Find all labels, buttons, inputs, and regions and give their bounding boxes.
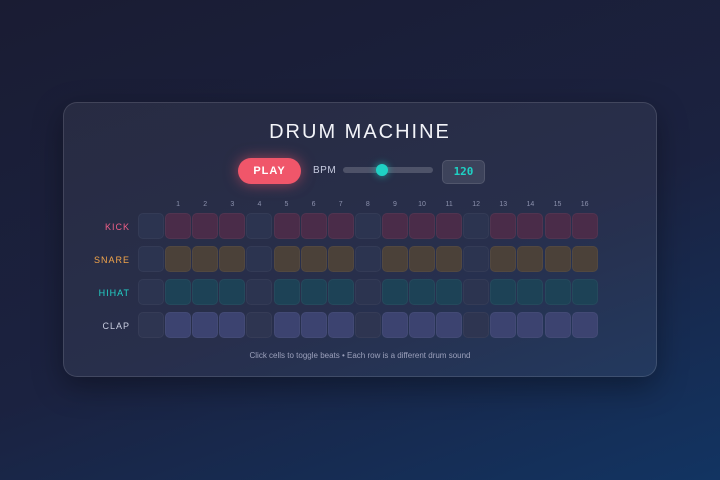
step-cell-clap-14[interactable] (517, 312, 544, 338)
step-cell-snare-8[interactable] (354, 246, 381, 272)
bpm-slider[interactable] (343, 164, 433, 176)
step-cell-snare-1[interactable] (165, 246, 192, 272)
step-cell-hihat-13[interactable] (490, 279, 517, 305)
step-cell-snare-2[interactable] (192, 246, 219, 272)
step-number: 5 (284, 201, 289, 208)
step-cell-hihat-11[interactable] (436, 279, 463, 305)
step-number: 7 (338, 201, 343, 208)
step-cell-snare-13[interactable] (490, 246, 517, 272)
play-button[interactable]: PLAY (238, 158, 301, 184)
step-cell-kick-12[interactable] (463, 213, 490, 239)
step-number: 15 (553, 201, 562, 208)
step-cell-clap-10[interactable] (409, 312, 435, 338)
step-cell-kick-4[interactable] (246, 213, 273, 239)
step-number: 10 (418, 201, 426, 208)
step-cell-snare-6[interactable] (300, 246, 327, 272)
step-cell-snare-15[interactable] (544, 246, 571, 272)
step-cell-kick-7[interactable] (327, 213, 354, 239)
bpm-slider-thumb[interactable] (375, 164, 388, 176)
step-cell-clap-2[interactable] (192, 312, 219, 338)
step-cell-hihat-4[interactable] (246, 279, 273, 305)
page-title: DRUM MACHINE (269, 121, 451, 143)
step-cell-snare-0[interactable] (138, 246, 164, 272)
step-cell-hihat-15[interactable] (544, 279, 571, 305)
step-cell-clap-3[interactable] (219, 312, 246, 338)
step-cell-kick-11[interactable] (436, 213, 463, 239)
step-cell-clap-7[interactable] (327, 312, 354, 338)
step-number: 9 (392, 201, 397, 208)
row-label-hihat: HIHAT (98, 288, 130, 298)
step-cell-clap-12[interactable] (463, 312, 490, 338)
step-cell-clap-16[interactable] (571, 312, 598, 338)
step-cell-clap-11[interactable] (436, 312, 463, 338)
step-number: 11 (445, 201, 453, 208)
step-cell-clap-0[interactable] (138, 312, 164, 338)
step-cell-kick-3[interactable] (219, 213, 246, 239)
step-number: 8 (365, 201, 370, 208)
row-label-clap: CLAP (102, 321, 130, 331)
step-cell-clap-1[interactable] (165, 312, 192, 338)
row-label-snare: SNARE (93, 255, 130, 265)
step-cell-snare-3[interactable] (219, 246, 246, 272)
step-cell-clap-15[interactable] (544, 312, 571, 338)
step-cell-snare-16[interactable] (571, 246, 598, 272)
row-label-kick: KICK (104, 222, 130, 232)
step-cell-hihat-3[interactable] (219, 279, 246, 305)
step-number: 16 (580, 201, 589, 208)
step-cell-clap-5[interactable] (273, 312, 300, 338)
step-cell-snare-14[interactable] (517, 246, 544, 272)
step-cell-hihat-1[interactable] (165, 279, 192, 305)
step-cell-kick-1[interactable] (165, 213, 192, 239)
step-number: 12 (472, 201, 481, 208)
step-cell-kick-13[interactable] (490, 213, 517, 239)
step-number: 13 (499, 201, 508, 208)
bpm-value: 120 (442, 160, 485, 184)
step-cell-snare-5[interactable] (273, 246, 300, 272)
step-cell-snare-12[interactable] (463, 246, 490, 272)
step-cell-kick-5[interactable] (273, 213, 300, 239)
step-cell-snare-7[interactable] (327, 246, 354, 272)
step-number: 4 (257, 201, 262, 208)
drum-machine-panel: DRUM MACHINE PLAY BPM 120 1 2 3 4 5 6 7 8 9 10 11 1… (63, 102, 657, 377)
step-cell-clap-9[interactable] (381, 312, 408, 338)
step-cell-clap-4[interactable] (246, 312, 273, 338)
step-number: 2 (203, 201, 208, 208)
step-number: 3 (230, 201, 235, 208)
step-number: 1 (176, 201, 181, 208)
step-cell-kick-6[interactable] (300, 213, 327, 239)
step-cell-kick-8[interactable] (354, 213, 381, 239)
step-cell-snare-4[interactable] (246, 246, 273, 272)
step-cell-hihat-0[interactable] (138, 279, 164, 305)
step-cell-hihat-2[interactable] (192, 279, 219, 305)
step-cell-hihat-14[interactable] (517, 279, 544, 305)
step-cell-kick-16[interactable] (571, 213, 598, 239)
step-cell-hihat-10[interactable] (409, 279, 435, 305)
step-cell-hihat-6[interactable] (300, 279, 327, 305)
step-cell-kick-9[interactable] (381, 213, 408, 239)
step-number: 6 (311, 201, 316, 208)
step-cell-hihat-12[interactable] (463, 279, 490, 305)
step-cell-hihat-5[interactable] (273, 279, 300, 305)
step-cell-hihat-16[interactable] (571, 279, 598, 305)
step-cell-snare-10[interactable] (409, 246, 435, 272)
step-cell-snare-9[interactable] (381, 246, 408, 272)
step-cell-hihat-8[interactable] (354, 279, 381, 305)
step-cell-kick-2[interactable] (192, 213, 219, 239)
step-cell-clap-6[interactable] (300, 312, 327, 338)
step-cell-hihat-7[interactable] (327, 279, 354, 305)
step-cell-clap-8[interactable] (354, 312, 381, 338)
bpm-label: BPM (313, 165, 337, 176)
step-cell-kick-0[interactable] (138, 213, 164, 239)
instructions-text: Click cells to toggle beats • Each row i… (249, 351, 471, 360)
step-cell-kick-15[interactable] (544, 213, 571, 239)
step-cell-kick-14[interactable] (517, 213, 544, 239)
step-number: 14 (526, 201, 535, 208)
step-cell-hihat-9[interactable] (381, 279, 408, 305)
step-cell-clap-13[interactable] (490, 312, 517, 338)
step-cell-kick-10[interactable] (409, 213, 435, 239)
step-cell-snare-11[interactable] (436, 246, 463, 272)
